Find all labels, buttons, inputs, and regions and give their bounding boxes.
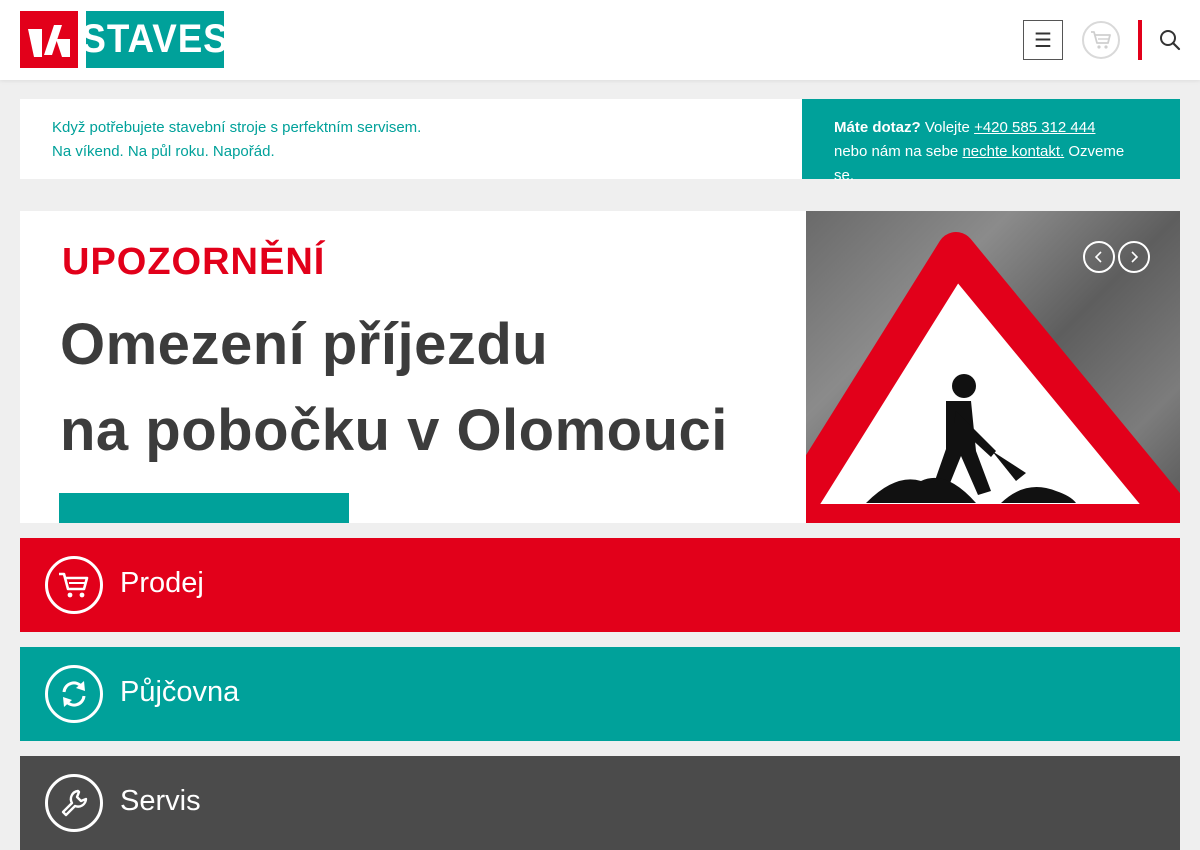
carousel-next-button[interactable] [1118, 241, 1150, 273]
wrench-icon [61, 789, 88, 817]
pujcovna-icon-circle [45, 665, 103, 723]
search-button[interactable] [1156, 26, 1184, 54]
info-bar: Když potřebujete stavební stroje s perfe… [20, 99, 1180, 184]
carousel-prev-button[interactable] [1083, 241, 1115, 273]
banner-headline-2: na pobočku v Olomouci [60, 398, 728, 463]
hero-banner[interactable]: UPOZORNĚNÍ Omezení příjezdu na pobočku v… [20, 211, 1180, 523]
refresh-icon [62, 681, 86, 707]
banner-kicker: UPOZORNĚNÍ [62, 241, 326, 283]
search-icon [1160, 30, 1181, 51]
cart-icon [59, 572, 89, 598]
hamburger-icon: ☰ [1034, 29, 1052, 52]
site-header: STAVES ☰ [0, 0, 1200, 80]
logo-text: STAVES [81, 11, 228, 68]
tagline: Když potřebujete stavební stroje s perfe… [20, 99, 802, 179]
phone-link[interactable]: +420 585 312 444 [974, 119, 1095, 136]
contact-link[interactable]: nechte kontakt. [962, 143, 1064, 160]
contact-call-text: Volejte [924, 119, 970, 136]
logo-mark-icon [20, 11, 78, 68]
chevron-right-icon [1131, 251, 1139, 263]
staves-logo[interactable]: STAVES [20, 11, 230, 68]
prodej-icon-circle [45, 556, 103, 614]
cart-icon [1091, 31, 1111, 49]
cart-button[interactable] [1082, 21, 1120, 59]
chevron-left-icon [1094, 251, 1102, 263]
section-prodej-label: Prodej [120, 567, 204, 599]
section-servis[interactable]: Servis [20, 756, 1180, 850]
header-divider [1138, 20, 1142, 60]
banner-accent-strip [59, 493, 349, 523]
tagline-line-1: Když potřebujete stavební stroje s perfe… [52, 119, 422, 136]
section-pujcovna-label: Půjčovna [120, 676, 240, 708]
section-pujcovna[interactable]: Půjčovna [20, 647, 1180, 741]
contact-box: Máte dotaz? Volejte +420 585 312 444 neb… [802, 99, 1180, 184]
contact-question: Máte dotaz? [834, 119, 921, 136]
servis-icon-circle [45, 774, 103, 832]
section-servis-label: Servis [120, 785, 201, 817]
banner-headline-1: Omezení příjezdu [60, 312, 549, 377]
menu-button[interactable]: ☰ [1023, 20, 1063, 60]
tagline-line-2: Na víkend. Na půl roku. Napořád. [52, 143, 275, 160]
section-prodej[interactable]: Prodej [20, 538, 1180, 632]
contact-or-text: nebo nám na sebe [834, 143, 959, 160]
